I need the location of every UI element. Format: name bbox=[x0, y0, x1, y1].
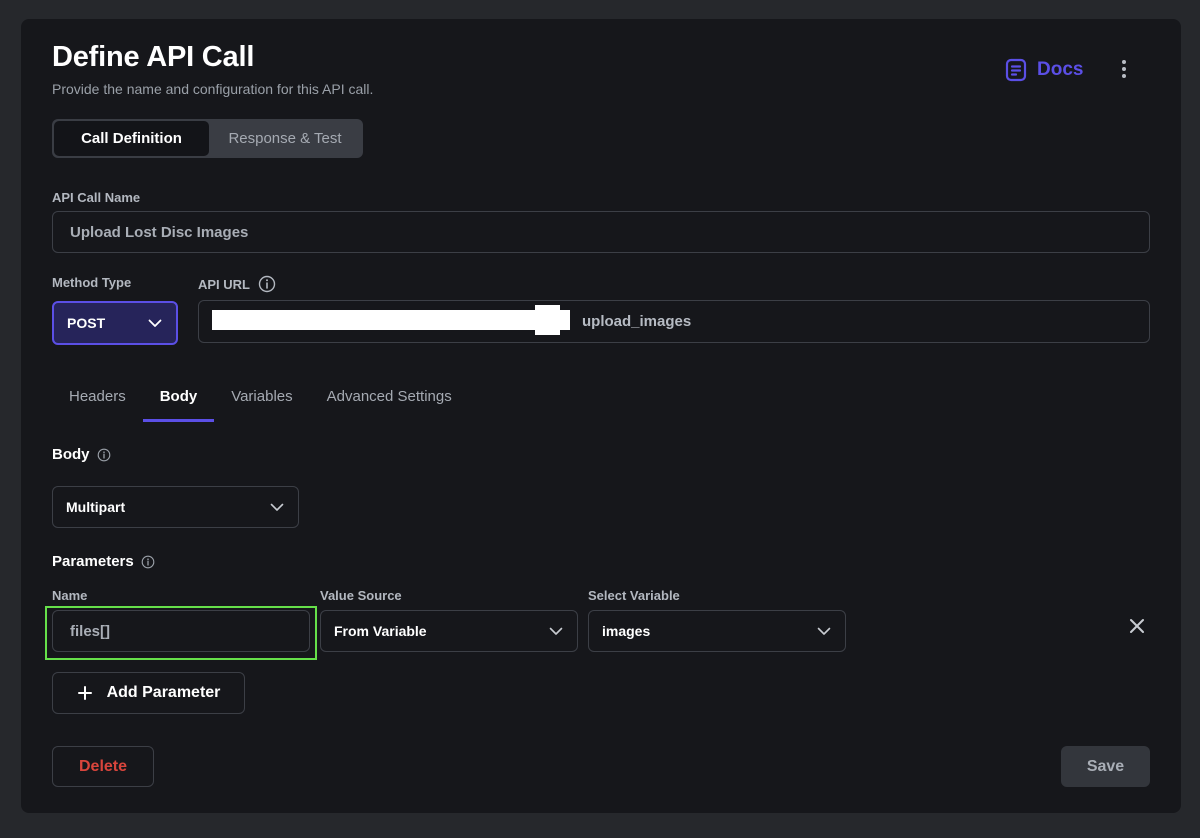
redacted-url-block bbox=[212, 310, 570, 330]
info-icon[interactable] bbox=[141, 555, 155, 569]
document-icon bbox=[1005, 58, 1027, 82]
method-type-select[interactable]: POST bbox=[52, 301, 178, 345]
page-title: Define API Call bbox=[52, 41, 255, 73]
page-subtitle: Provide the name and configuration for t… bbox=[52, 81, 374, 97]
api-url-input[interactable]: upload_images bbox=[198, 300, 1150, 343]
tab-advanced-settings[interactable]: Advanced Settings bbox=[310, 372, 469, 420]
api-call-name-label: API Call Name bbox=[52, 190, 141, 205]
plus-icon bbox=[77, 686, 92, 700]
docs-link[interactable]: Docs bbox=[1005, 56, 1083, 84]
select-variable-select[interactable]: images bbox=[588, 610, 846, 652]
mode-tabs: Call Definition Response & Test bbox=[52, 119, 363, 158]
info-icon[interactable] bbox=[258, 275, 276, 293]
save-button[interactable]: Save bbox=[1061, 746, 1150, 787]
chevron-down-icon bbox=[817, 627, 831, 635]
select-variable-value: images bbox=[602, 623, 651, 639]
column-header-name: Name bbox=[52, 588, 88, 603]
api-url-label-group: API URL bbox=[198, 275, 276, 293]
more-options-icon[interactable] bbox=[1117, 57, 1131, 81]
chevron-down-icon bbox=[148, 319, 162, 327]
chevron-down-icon bbox=[549, 627, 563, 635]
method-type-label: Method Type bbox=[52, 275, 132, 290]
tab-body[interactable]: Body bbox=[142, 372, 215, 422]
body-label: Body bbox=[52, 446, 90, 463]
delete-button[interactable]: Delete bbox=[52, 746, 154, 787]
parameter-name-input[interactable]: files[] bbox=[52, 610, 310, 652]
api-call-name-value: Upload Lost Disc Images bbox=[70, 223, 249, 241]
value-source-value: From Variable bbox=[334, 623, 427, 639]
method-type-value: POST bbox=[67, 315, 106, 331]
api-url-value: upload_images bbox=[582, 313, 692, 330]
body-type-select[interactable]: Multipart bbox=[52, 486, 299, 528]
config-tabs: Headers Body Variables Advanced Settings bbox=[52, 372, 469, 422]
close-icon[interactable] bbox=[1127, 616, 1147, 636]
tab-response-test[interactable]: Response & Test bbox=[209, 121, 361, 156]
add-parameter-button[interactable]: Add Parameter bbox=[52, 672, 245, 714]
parameters-section-label-group: Parameters bbox=[52, 553, 155, 570]
redacted-url-block bbox=[535, 305, 560, 335]
body-section-label-group: Body bbox=[52, 446, 111, 463]
docs-label: Docs bbox=[1037, 59, 1084, 80]
add-parameter-label: Add Parameter bbox=[106, 684, 221, 701]
parameter-name-value: files[] bbox=[70, 622, 111, 640]
chevron-down-icon bbox=[270, 503, 284, 511]
tab-headers[interactable]: Headers bbox=[52, 372, 143, 420]
column-header-select-variable: Select Variable bbox=[588, 588, 680, 603]
api-call-panel: Define API Call Provide the name and con… bbox=[21, 19, 1181, 813]
column-header-value-source: Value Source bbox=[320, 588, 402, 603]
value-source-select[interactable]: From Variable bbox=[320, 610, 578, 652]
body-type-value: Multipart bbox=[66, 499, 126, 515]
tab-call-definition[interactable]: Call Definition bbox=[54, 121, 209, 156]
info-icon[interactable] bbox=[97, 448, 111, 462]
parameters-label: Parameters bbox=[52, 553, 134, 570]
api-call-name-input[interactable]: Upload Lost Disc Images bbox=[52, 211, 1150, 253]
tab-variables[interactable]: Variables bbox=[214, 372, 309, 420]
api-url-label: API URL bbox=[198, 276, 250, 292]
